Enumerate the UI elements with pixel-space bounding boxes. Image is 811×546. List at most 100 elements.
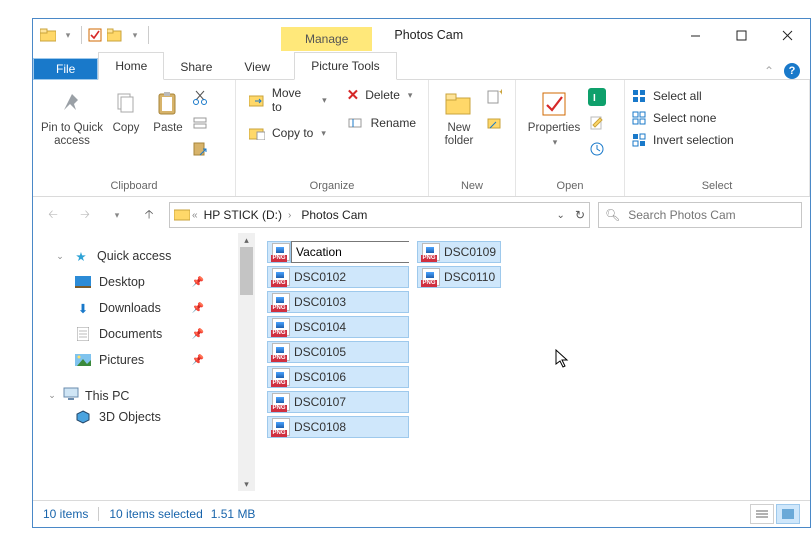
cut-icon[interactable] [191, 88, 209, 106]
scroll-up-icon[interactable]: ▴ [238, 233, 255, 247]
search-box[interactable]: 🔍︎ [598, 202, 802, 228]
navigation-pane: ⌄ ★ Quick access Desktop📌 ⬇Downloads📌 Do… [33, 233, 238, 491]
properties-label: Properties [528, 122, 580, 135]
tab-file[interactable]: File [33, 58, 98, 80]
file-column-2: PNGDSC0109 PNGDSC0110 [417, 241, 501, 483]
group-clipboard: Pin to Quick access Copy Paste Clipboard [33, 80, 236, 196]
nav-desktop[interactable]: Desktop📌 [47, 269, 238, 295]
properties-qat-icon[interactable] [86, 26, 104, 44]
up-button[interactable]: 🡡 [137, 203, 161, 227]
new-folder-qat-icon[interactable] [106, 26, 124, 44]
png-file-icon: PNG [272, 343, 290, 361]
copy-to-button[interactable]: Copy to▾ [248, 124, 327, 142]
chevron-down-icon: ▾ [321, 128, 326, 139]
file-item[interactable]: PNG [267, 241, 291, 263]
back-button[interactable]: 🡠 [41, 203, 65, 227]
new-item-icon[interactable]: ✦ [485, 88, 503, 106]
objects3d-icon [75, 409, 91, 425]
properties-button[interactable]: Properties ▾ [522, 86, 586, 148]
delete-icon: ✕ [347, 86, 360, 104]
new-folder-button[interactable]: New folder [435, 86, 483, 148]
nav-this-pc[interactable]: ⌄ This PC [47, 387, 238, 404]
address-bar[interactable]: « HP STICK (D:)› Photos Cam ⌄ ↻ [169, 202, 590, 228]
minimize-button[interactable] [672, 19, 718, 51]
chevron-down-icon[interactable]: ▾ [59, 26, 77, 44]
rename-button[interactable]: Rename [347, 114, 416, 132]
separator [81, 26, 82, 44]
scroll-thumb[interactable] [240, 247, 253, 295]
window-title: Photos Cam [394, 19, 463, 51]
delete-button[interactable]: ✕ Delete▾ [347, 86, 416, 104]
pin-icon: 📌 [192, 329, 204, 340]
nav-quick-access[interactable]: ⌄ ★ Quick access [47, 243, 238, 269]
open-icon[interactable]: I [588, 88, 606, 106]
png-file-icon: PNG [422, 243, 440, 261]
rename-input[interactable] [292, 242, 416, 262]
pin-to-quick-access-button[interactable]: Pin to Quick access [39, 86, 105, 148]
documents-icon [75, 326, 91, 342]
file-item[interactable]: PNGDSC0102 [267, 266, 409, 288]
breadcrumb-root-chevron[interactable]: « [192, 210, 198, 221]
scroll-down-icon[interactable]: ▾ [238, 477, 255, 491]
maximize-button[interactable] [718, 19, 764, 51]
tab-picture-tools[interactable]: Picture Tools [294, 52, 396, 80]
paste-shortcut-icon[interactable] [191, 140, 209, 158]
file-item[interactable]: PNGDSC0108 [267, 416, 409, 438]
file-item[interactable]: PNGDSC0104 [267, 316, 409, 338]
tab-home[interactable]: Home [98, 52, 164, 80]
move-to-button[interactable]: Move to▾ [248, 86, 327, 114]
nav-3d-objects[interactable]: 3D Objects [47, 404, 238, 430]
copy-path-icon[interactable] [191, 114, 209, 132]
file-item[interactable]: PNGDSC0105 [267, 341, 409, 363]
expand-icon: ⌄ [55, 251, 65, 262]
chevron-down-icon[interactable]: ▾ [126, 26, 144, 44]
file-item[interactable]: PNG DSC0107 [267, 391, 409, 413]
recent-locations-button[interactable]: ▾ [105, 203, 129, 227]
properties-icon [538, 88, 570, 120]
select-all-button[interactable]: Select all [631, 88, 734, 104]
pin-icon: 📌 [192, 277, 204, 288]
history-icon[interactable] [588, 140, 606, 158]
collapse-ribbon-icon[interactable]: ⌃ [764, 64, 774, 78]
forward-button[interactable]: 🡢 [73, 203, 97, 227]
edit-icon[interactable] [588, 114, 606, 132]
tab-view[interactable]: View [228, 54, 286, 80]
file-name: DSC0107 [294, 395, 346, 409]
nav-pictures[interactable]: Pictures📌 [47, 347, 238, 373]
group-organize: Move to▾ Copy to▾ ✕ Delete▾ Rename [236, 80, 429, 196]
contextual-tab-header: Manage [281, 19, 372, 51]
view-switcher [750, 504, 800, 524]
file-item[interactable]: PNGDSC0106 [267, 366, 409, 388]
nav-scrollbar[interactable]: ▴ ▾ [238, 233, 255, 491]
chevron-right-icon: › [288, 210, 291, 221]
breadcrumb-drive[interactable]: HP STICK (D:)› [200, 208, 296, 222]
easy-access-icon[interactable] [485, 114, 503, 132]
rename-editor[interactable] [291, 241, 409, 263]
details-view-button[interactable] [750, 504, 774, 524]
copy-button[interactable]: Copy [105, 86, 147, 135]
address-dropdown-icon[interactable]: ⌄ [557, 210, 565, 221]
drive-icon [174, 207, 190, 224]
nav-documents[interactable]: Documents📌 [47, 321, 238, 347]
paste-button[interactable]: Paste [147, 86, 189, 135]
search-input[interactable] [626, 207, 795, 223]
invert-selection-button[interactable]: Invert selection [631, 132, 734, 148]
group-label-organize: Organize [236, 178, 428, 196]
select-none-icon [631, 110, 647, 126]
pin-label: Pin to Quick access [39, 122, 105, 148]
nav-downloads[interactable]: ⬇Downloads📌 [47, 295, 238, 321]
file-item[interactable]: PNGDSC0110 [417, 266, 501, 288]
file-item[interactable]: PNGDSC0109 [417, 241, 501, 263]
close-button[interactable] [764, 19, 810, 51]
breadcrumb-folder[interactable]: Photos Cam [297, 208, 371, 222]
select-none-button[interactable]: Select none [631, 110, 734, 126]
file-list[interactable]: PNG PNGDSC0102PNGDSC0103PNGDSC0104PNGDSC… [255, 233, 810, 491]
tab-share[interactable]: Share [164, 54, 228, 80]
thumbnails-view-button[interactable] [776, 504, 800, 524]
file-item[interactable]: PNGDSC0103 [267, 291, 409, 313]
refresh-icon[interactable]: ↻ [575, 208, 585, 222]
png-file-icon: PNG [272, 393, 290, 411]
png-file-icon: PNG [272, 368, 290, 386]
help-icon[interactable]: ? [784, 63, 800, 79]
content-area: ⌄ ★ Quick access Desktop📌 ⬇Downloads📌 Do… [33, 233, 810, 491]
